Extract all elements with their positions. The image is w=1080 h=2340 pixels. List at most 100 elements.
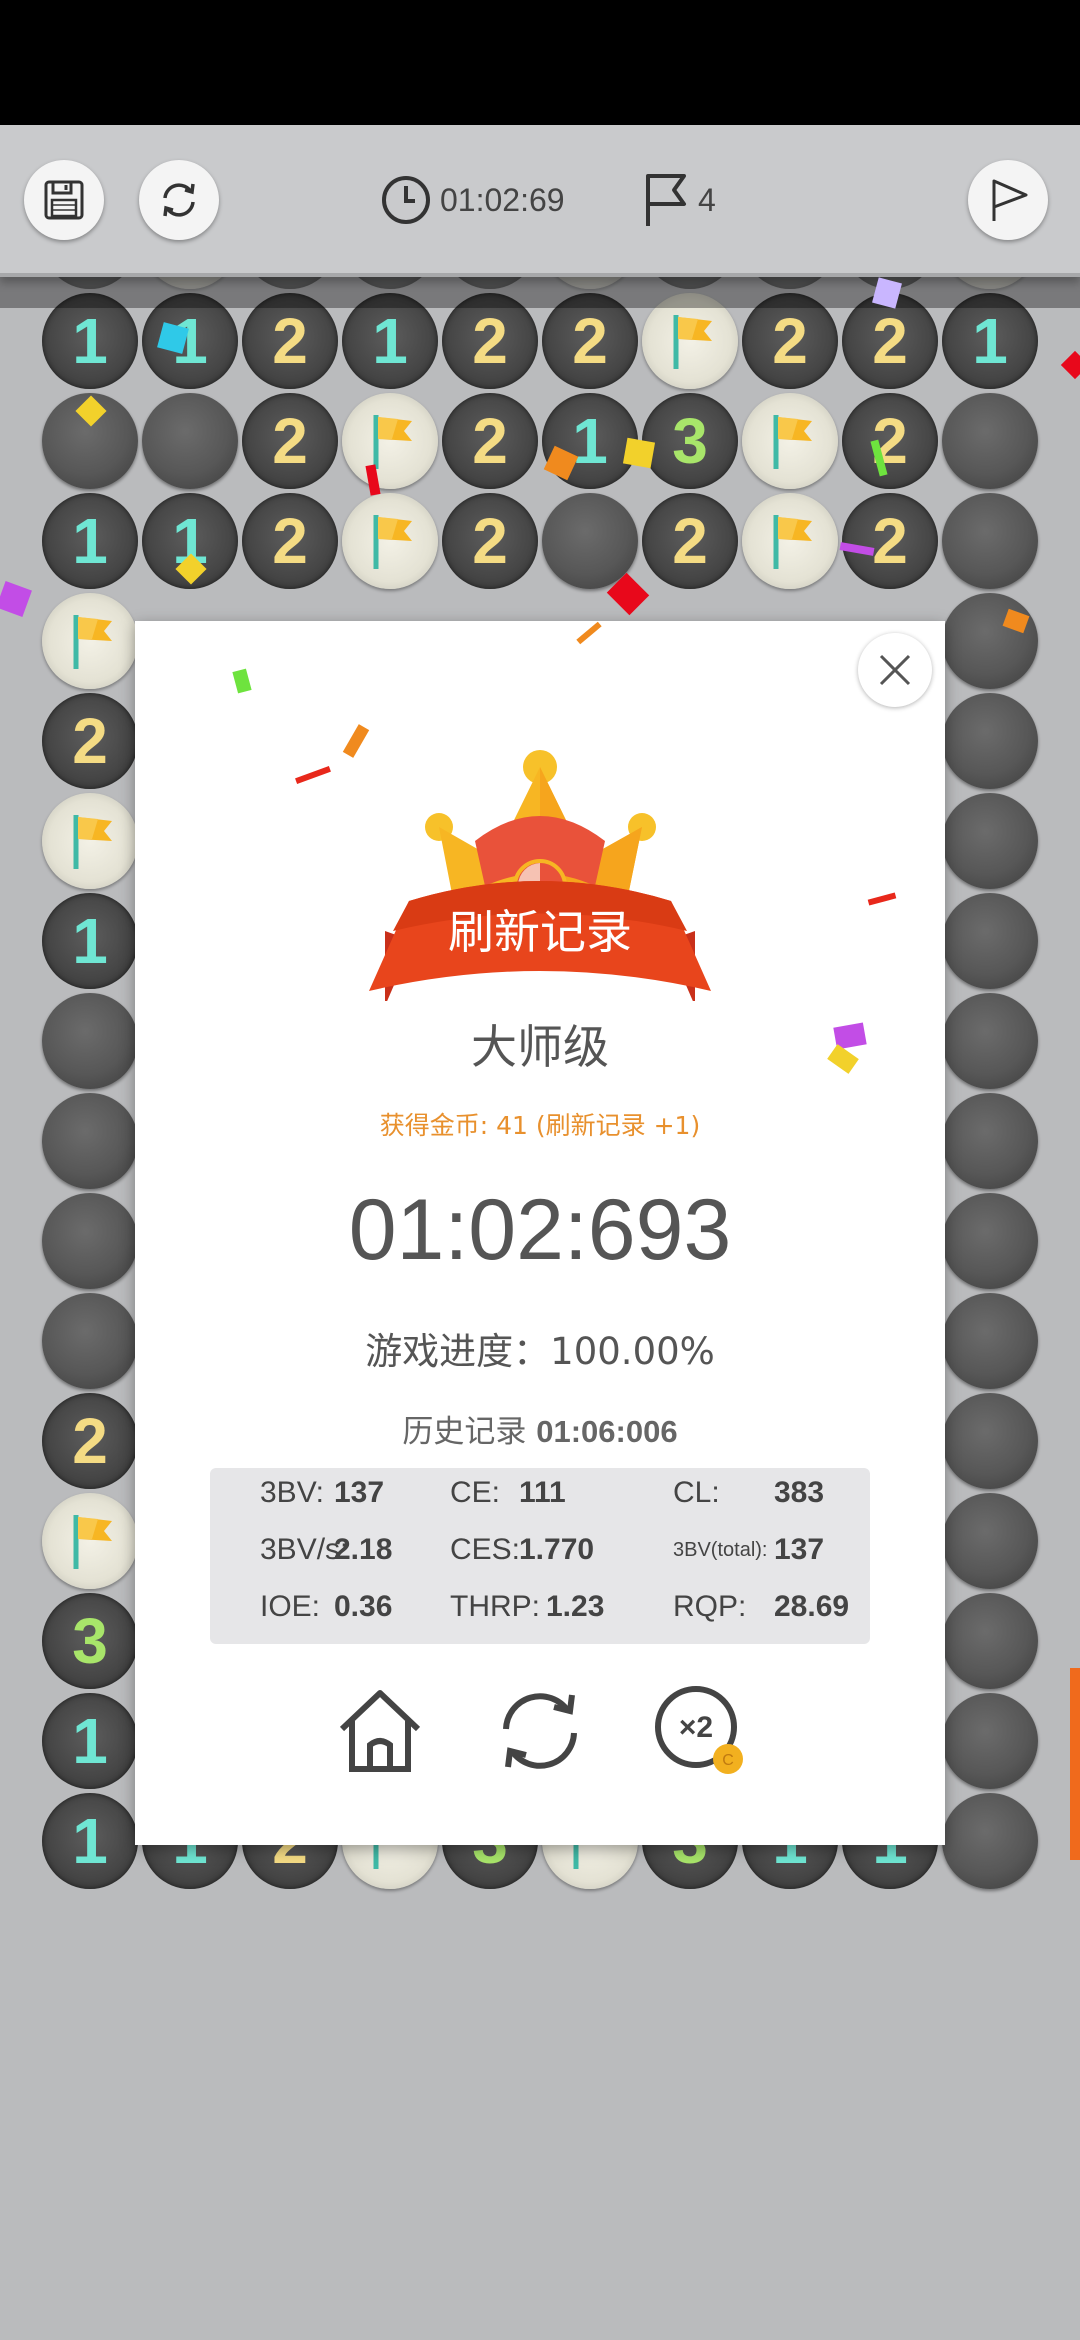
number-cell[interactable]: 2 <box>842 493 938 589</box>
home-icon <box>339 1690 421 1772</box>
flagged-cell[interactable] <box>742 393 838 489</box>
flag-icon <box>373 415 412 469</box>
flag-icon <box>73 815 112 869</box>
flag-mode-button[interactable] <box>968 160 1048 240</box>
flagged-cell[interactable] <box>742 493 838 589</box>
stat-value: 383 <box>774 1476 825 1509</box>
flag-icon <box>73 1515 112 1569</box>
number-cell[interactable]: 2 <box>242 393 338 489</box>
number-cell[interactable]: 2 <box>442 493 538 589</box>
final-time: 01:02:693 <box>348 1182 732 1278</box>
unopened-cell[interactable] <box>42 1293 138 1389</box>
unopened-cell[interactable] <box>942 1193 1038 1289</box>
stat-value: 28.69 <box>774 1590 850 1623</box>
number-cell[interactable]: 2 <box>642 493 738 589</box>
save-button[interactable] <box>24 160 104 240</box>
stat-value: 137 <box>774 1533 825 1566</box>
refresh-icon <box>163 183 195 217</box>
number-cell[interactable]: 2 <box>242 493 338 589</box>
double-coins-icon: ×2 C <box>655 1686 743 1774</box>
stat-value: 111 <box>519 1476 566 1509</box>
game-timer: 01:02:69 <box>380 175 565 225</box>
side-tab[interactable] <box>1070 1668 1080 1860</box>
refresh-icon <box>503 1693 577 1769</box>
unopened-cell[interactable] <box>42 1093 138 1189</box>
record-badge-text: 刷新记录 <box>448 905 632 959</box>
history-value: 01:06:006 <box>536 1414 678 1449</box>
stat-label: CES: <box>450 1533 521 1566</box>
flag-icon <box>373 515 412 569</box>
flagged-cell[interactable] <box>342 493 438 589</box>
number-cell[interactable]: 2 <box>842 393 938 489</box>
stat-label: THRP: <box>450 1590 540 1623</box>
stat-label: RQP: <box>673 1590 747 1623</box>
stat-label: CE: <box>450 1476 501 1509</box>
number-cell[interactable]: 1 <box>42 893 138 989</box>
number-cell[interactable]: 1 <box>42 1793 138 1889</box>
flag-icon <box>646 174 686 226</box>
close-icon <box>879 654 911 686</box>
history-label: 历史记录 <box>402 1414 527 1450</box>
unopened-cell[interactable] <box>942 693 1038 789</box>
timer-text: 01:02:69 <box>440 181 565 218</box>
stat-value: 1.770 <box>519 1533 595 1566</box>
number-cell[interactable]: 3 <box>642 393 738 489</box>
unopened-cell[interactable] <box>942 1493 1038 1589</box>
svg-text:×2: ×2 <box>679 1711 713 1744</box>
flagged-cell[interactable] <box>42 593 138 689</box>
number-cell[interactable]: 2 <box>42 693 138 789</box>
game-progress: 游戏进度：100.00% <box>365 1330 715 1373</box>
unopened-cell[interactable] <box>942 1693 1038 1789</box>
stat-value: 137 <box>334 1476 385 1509</box>
replay-button[interactable] <box>490 1681 590 1781</box>
unopened-cell[interactable] <box>142 393 238 489</box>
game-toolbar: 01:02:69 4 <box>0 125 1080 277</box>
flag-outline-icon <box>992 179 1028 221</box>
confetti <box>622 437 656 469</box>
difficulty-level: 大师级 <box>471 1020 609 1074</box>
unopened-cell[interactable] <box>942 893 1038 989</box>
unopened-cell[interactable] <box>42 1193 138 1289</box>
flag-count-text: 4 <box>698 181 716 218</box>
number-cell[interactable]: 3 <box>42 1593 138 1689</box>
number-cell[interactable]: 2 <box>42 1393 138 1489</box>
unopened-cell[interactable] <box>942 393 1038 489</box>
close-button[interactable] <box>858 633 932 707</box>
number-cell[interactable]: 2 <box>442 393 538 489</box>
stat-value: 0.36 <box>334 1590 393 1623</box>
flagged-cell[interactable] <box>42 793 138 889</box>
unopened-cell[interactable] <box>942 1593 1038 1689</box>
restart-button[interactable] <box>139 160 219 240</box>
flag-icon <box>73 615 112 669</box>
svg-text:C: C <box>722 1752 734 1769</box>
flag-icon <box>673 315 712 369</box>
number-cell[interactable]: 1 <box>42 493 138 589</box>
flag-icon <box>773 415 812 469</box>
stat-label: CL: <box>673 1476 720 1509</box>
stat-label: 3BV(total): <box>673 1539 768 1561</box>
stat-label: IOE: <box>260 1590 321 1623</box>
unopened-cell[interactable] <box>942 493 1038 589</box>
flagged-cell[interactable] <box>42 1493 138 1589</box>
save-icon <box>44 180 84 220</box>
stats-panel: 3BV: 137 CE: 111 CL: 383 3BV/s: 2.18 CES… <box>210 1468 870 1644</box>
unopened-cell[interactable] <box>942 1093 1038 1189</box>
stat-value: 1.23 <box>546 1590 605 1623</box>
unopened-cell[interactable] <box>942 1293 1038 1389</box>
unopened-cell[interactable] <box>42 993 138 1089</box>
record-dialog: 刷新记录 大师级 获得金币: 41 (刷新记录 +1) 01:02:693 游戏… <box>135 621 945 1845</box>
unopened-cell[interactable] <box>942 793 1038 889</box>
coins-earned: 获得金币: 41 (刷新记录 +1) <box>379 1111 701 1140</box>
unopened-cell[interactable] <box>942 593 1038 689</box>
unopened-cell[interactable] <box>942 1393 1038 1489</box>
flag-icon <box>773 515 812 569</box>
number-cell[interactable]: 1 <box>42 1693 138 1789</box>
home-button[interactable] <box>330 1681 430 1781</box>
double-coins-button[interactable]: ×2 C <box>650 1681 750 1781</box>
unopened-cell[interactable] <box>942 993 1038 1089</box>
stat-value: 2.18 <box>334 1533 393 1566</box>
unopened-cell[interactable] <box>942 1793 1038 1889</box>
flagged-cell[interactable] <box>342 393 438 489</box>
board-top-shade <box>0 273 1080 308</box>
history-record: 历史记录 01:06:006 <box>135 1406 945 1451</box>
